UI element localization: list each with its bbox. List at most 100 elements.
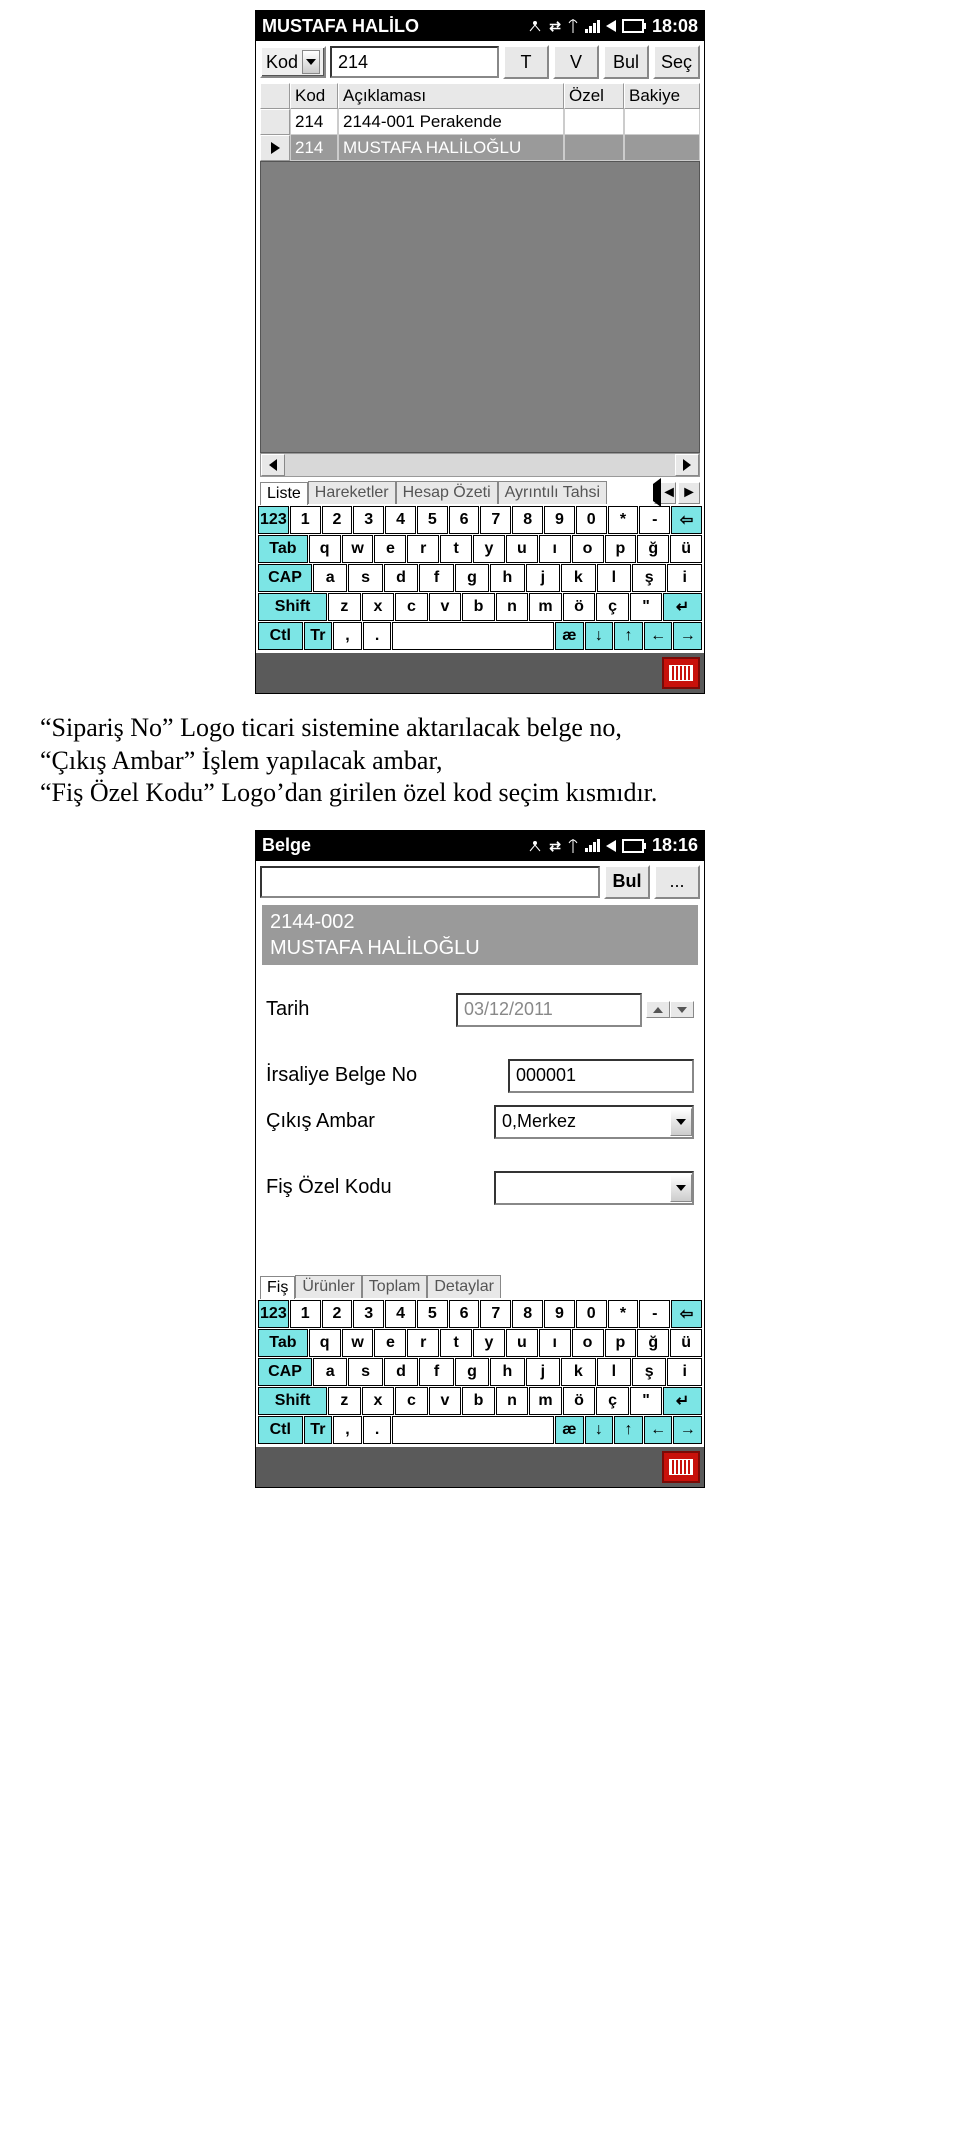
tab-toplam[interactable]: Toplam (362, 1275, 428, 1298)
tab-detaylar[interactable]: Detaylar (427, 1275, 501, 1298)
left-key[interactable]: ← (644, 622, 673, 650)
key[interactable]: ı (539, 1329, 571, 1357)
key[interactable]: f (419, 564, 453, 592)
key[interactable]: e (374, 1329, 406, 1357)
up-key[interactable]: ↑ (614, 622, 643, 650)
tab-key[interactable]: Tab (258, 535, 308, 563)
key[interactable]: o (572, 1329, 604, 1357)
key[interactable]: h (490, 564, 524, 592)
key[interactable]: r (407, 535, 439, 563)
key-123[interactable]: 123 (258, 1300, 289, 1328)
key[interactable]: 0 (576, 506, 607, 534)
key[interactable]: i (667, 564, 701, 592)
key[interactable]: ö (563, 1387, 596, 1415)
key[interactable]: 5 (417, 1300, 448, 1328)
key[interactable]: , (333, 1416, 362, 1444)
tab-ayrintili[interactable]: Ayrıntılı Tahsi (498, 481, 607, 504)
key[interactable]: r (407, 1329, 439, 1357)
keyboard-toggle-icon[interactable] (662, 1451, 700, 1483)
key[interactable]: 3 (353, 506, 384, 534)
key[interactable]: 7 (480, 1300, 511, 1328)
search-input[interactable]: 214 (330, 46, 499, 78)
lang-key[interactable]: Tr (304, 1416, 333, 1444)
key[interactable]: t (440, 535, 472, 563)
key[interactable]: u (506, 535, 538, 563)
header-bakiye[interactable]: Bakiye (624, 83, 700, 109)
caps-key[interactable]: CAP (258, 564, 312, 592)
key[interactable]: 6 (449, 1300, 480, 1328)
key[interactable]: f (419, 1358, 453, 1386)
key[interactable]: ç (596, 593, 629, 621)
key[interactable]: y (473, 1329, 505, 1357)
key[interactable]: m (529, 1387, 562, 1415)
tab-nav-left-icon[interactable]: ◄ (654, 482, 676, 504)
key[interactable]: h (490, 1358, 524, 1386)
key[interactable]: 3 (353, 1300, 384, 1328)
tab-nav-right-icon[interactable]: ► (678, 482, 700, 504)
key[interactable]: w (342, 1329, 374, 1357)
key[interactable]: z (328, 593, 361, 621)
key[interactable]: ç (596, 1387, 629, 1415)
key[interactable]: 9 (544, 1300, 575, 1328)
up-key[interactable]: ↑ (614, 1416, 643, 1444)
key[interactable]: n (496, 593, 529, 621)
header-ozel[interactable]: Özel (564, 83, 624, 109)
key[interactable]: , (333, 622, 362, 650)
scroll-left-icon[interactable] (261, 454, 285, 476)
key[interactable]: g (455, 1358, 489, 1386)
key[interactable]: t (440, 1329, 472, 1357)
right-key[interactable]: → (673, 1416, 702, 1444)
lang-key[interactable]: Tr (304, 622, 333, 650)
header-aciklama[interactable]: Açıklaması (338, 83, 564, 109)
key[interactable]: ş (632, 1358, 666, 1386)
key[interactable]: 2 (322, 506, 353, 534)
key[interactable]: s (348, 1358, 382, 1386)
chevron-down-icon[interactable] (670, 1174, 692, 1202)
table-row[interactable]: 214 MUSTAFA HALİLOĞLU (260, 135, 700, 161)
tab-liste[interactable]: Liste (260, 482, 308, 505)
shift-key[interactable]: Shift (258, 1387, 327, 1415)
space-key[interactable] (392, 1416, 554, 1444)
key[interactable]: q (309, 1329, 341, 1357)
key[interactable]: l (597, 564, 631, 592)
t-button[interactable]: T (503, 45, 549, 79)
key[interactable]: ö (563, 593, 596, 621)
key[interactable]: k (561, 1358, 595, 1386)
key[interactable]: w (342, 535, 374, 563)
horizontal-scrollbar[interactable] (260, 453, 700, 477)
key[interactable]: d (384, 1358, 418, 1386)
key[interactable]: 4 (385, 1300, 416, 1328)
key[interactable]: n (496, 1387, 529, 1415)
key[interactable]: d (384, 564, 418, 592)
key[interactable]: ğ (637, 535, 669, 563)
key[interactable]: 0 (576, 1300, 607, 1328)
key[interactable]: 1 (290, 506, 321, 534)
select-button[interactable]: Seç (653, 45, 700, 79)
key[interactable]: o (572, 535, 604, 563)
key[interactable]: 4 (385, 506, 416, 534)
key[interactable]: g (455, 564, 489, 592)
tab-fis[interactable]: Fiş (260, 1276, 295, 1299)
key[interactable]: j (526, 564, 560, 592)
key[interactable]: c (395, 593, 428, 621)
tarih-input[interactable]: 03/12/2011 (456, 993, 642, 1027)
key[interactable]: a (313, 1358, 347, 1386)
tab-key[interactable]: Tab (258, 1329, 308, 1357)
key[interactable]: 9 (544, 506, 575, 534)
key[interactable]: j (526, 1358, 560, 1386)
irsaliye-input[interactable]: 000001 (508, 1059, 694, 1093)
key[interactable]: * (608, 1300, 639, 1328)
more-button[interactable]: ... (654, 865, 700, 899)
search-field-combo[interactable]: Kod (260, 46, 326, 78)
date-spinner[interactable] (646, 1001, 694, 1018)
scroll-track[interactable] (285, 454, 675, 476)
key[interactable]: - (639, 1300, 670, 1328)
backspace-key[interactable]: ⇦ (671, 506, 702, 534)
tab-hareketler[interactable]: Hareketler (308, 481, 396, 504)
key[interactable]: a (313, 564, 347, 592)
tab-urunler[interactable]: Ürünler (295, 1275, 361, 1298)
key[interactable]: 6 (449, 506, 480, 534)
down-key[interactable]: ↓ (585, 1416, 614, 1444)
key[interactable]: c (395, 1387, 428, 1415)
space-key[interactable] (392, 622, 554, 650)
